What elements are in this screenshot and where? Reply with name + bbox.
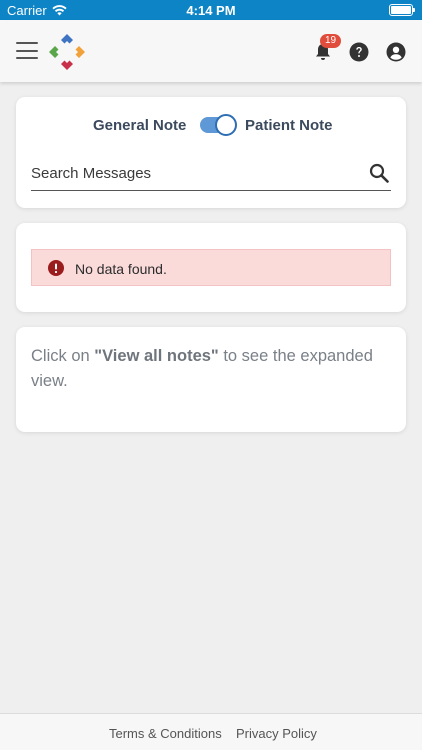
footer: Terms & Conditions Privacy Policy	[0, 713, 422, 750]
alert-message: No data found.	[75, 261, 167, 277]
patient-note-label[interactable]: Patient Note	[245, 117, 333, 134]
search-icon[interactable]	[369, 163, 389, 183]
notification-badge: 19	[320, 34, 341, 48]
error-icon	[48, 260, 64, 276]
privacy-link[interactable]: Privacy Policy	[236, 726, 317, 741]
note-type-switch[interactable]	[200, 114, 237, 136]
search-bar	[31, 158, 391, 191]
switch-knob	[215, 114, 237, 136]
app-header: 19	[0, 20, 422, 82]
view-all-notes-link[interactable]: "View all notes"	[94, 347, 218, 365]
hint-card: Click on "View all notes" to see the exp…	[16, 327, 406, 432]
search-input[interactable]	[31, 158, 361, 188]
general-note-label[interactable]: General Note	[93, 117, 186, 134]
app-logo	[49, 34, 85, 70]
hint-prefix: Click on	[31, 347, 95, 365]
no-data-alert: No data found.	[31, 249, 391, 286]
battery-icon	[389, 4, 415, 16]
status-bar: Carrier 4:14 PM	[0, 0, 422, 20]
note-type-toggle-row: General Note Patient Note	[16, 114, 406, 136]
hint-text: Click on "View all notes" to see the exp…	[31, 344, 391, 394]
clock: 4:14 PM	[186, 3, 236, 18]
terms-link[interactable]: Terms & Conditions	[109, 726, 222, 741]
notes-results-card: No data found.	[16, 223, 406, 312]
account-icon[interactable]	[386, 42, 406, 62]
menu-icon[interactable]	[16, 42, 38, 59]
notes-filter-card: General Note Patient Note	[16, 97, 406, 208]
help-icon[interactable]	[349, 42, 369, 62]
